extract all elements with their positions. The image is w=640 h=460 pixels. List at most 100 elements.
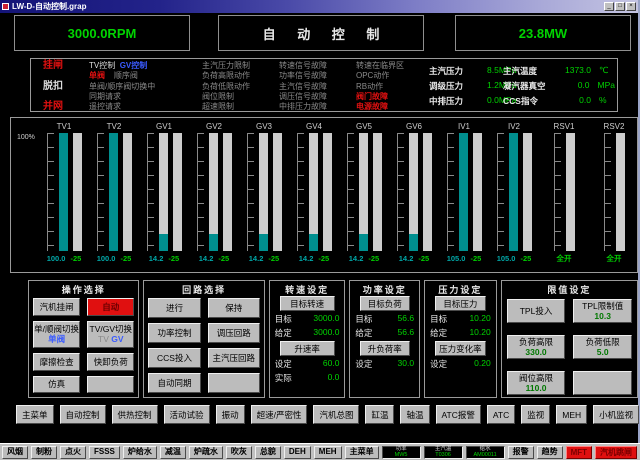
valve-high-limit-button[interactable]: 阀位高限 110.0 xyxy=(507,371,566,395)
minimize-button[interactable]: _ xyxy=(604,2,614,11)
auto-button[interactable]: 自动 xyxy=(87,298,134,316)
trend-button[interactable]: 趋势 xyxy=(537,446,563,459)
turbine-latch-button[interactable]: 汽机挂闸 xyxy=(33,298,80,316)
nav-bfpt-monitor[interactable]: 小机监视 xyxy=(593,405,639,424)
nav-auto-control[interactable]: 自动控制 xyxy=(60,405,106,424)
status-limit: 主汽压力限制 xyxy=(202,61,250,70)
valve-bias: -25 xyxy=(268,254,279,263)
titlebar[interactable]: LW-D-自动控制.grap _ □ × xyxy=(0,0,638,13)
valve-scale xyxy=(604,133,611,251)
main-steam-loop-button[interactable]: 主汽压回路 xyxy=(208,348,260,368)
target-pressure-button[interactable]: 目标压力 xyxy=(435,296,487,311)
valve-value: 14.2 xyxy=(199,254,214,263)
valve-feedback-bar xyxy=(123,133,132,251)
speed-rate-button[interactable]: 升速率 xyxy=(280,341,335,356)
valve-feedback-bar xyxy=(323,133,332,251)
valve-bias: -25 xyxy=(168,254,179,263)
status-fault: 主汽信号故障 xyxy=(279,82,327,91)
nav-turbine-overview[interactable]: 汽机总图 xyxy=(313,405,359,424)
valve-label: RSV1 xyxy=(554,121,575,133)
tpl-limit-button[interactable]: TPL限制值 10.3 xyxy=(573,299,632,323)
valve-demand-bar xyxy=(209,133,218,251)
auto-sync-button[interactable]: 自动同期 xyxy=(148,373,200,393)
row-value: 60.0 xyxy=(323,358,340,370)
mft-alarm[interactable]: MFT xyxy=(566,446,592,459)
nav-main-menu[interactable]: 主菜单 xyxy=(16,405,54,424)
pressure-rate-button[interactable]: 压力变化率 xyxy=(435,341,487,356)
valve-label: TV2 xyxy=(107,121,122,133)
measurement-unit: MPa xyxy=(598,80,615,92)
single-seq-valve-switch-button[interactable]: 单/顺阀切换 单阀 xyxy=(33,321,80,349)
taskbar-item-chuihui[interactable]: 吹灰 xyxy=(226,446,252,459)
hold-button[interactable]: 保持 xyxy=(208,298,260,318)
measurement-label: CCS指令 xyxy=(503,95,561,107)
valve-bias: -25 xyxy=(520,254,531,263)
valve-demand-bar xyxy=(409,133,418,251)
valve-value: 14.2 xyxy=(299,254,314,263)
taskbar-item-fsss[interactable]: FSSS xyxy=(89,446,120,459)
power-control-button[interactable]: 功率控制 xyxy=(148,323,200,343)
taskbar-item-jianwen[interactable]: 减温 xyxy=(160,446,186,459)
limit-setting-panel: 限值设定 TPL投入 TPL限制值 10.3 负荷高限 330.0 负荷低限 5… xyxy=(501,280,638,398)
friction-check-button[interactable]: 摩擦检查 xyxy=(33,353,80,371)
main-steam-temp-indicator[interactable]: 主汽温 T0306 xyxy=(424,446,463,459)
pressure-loop-button[interactable]: 调压回路 xyxy=(208,323,260,343)
nav-heating-control[interactable]: 供热控制 xyxy=(112,405,158,424)
valve-bias: -25 xyxy=(318,254,329,263)
nav-monitor[interactable]: 监视 xyxy=(521,405,550,424)
ccs-engage-button[interactable]: CCS投入 xyxy=(148,348,200,368)
panel-title: 限值设定 xyxy=(547,283,591,296)
nav-overspeed-tightness[interactable]: 超速/严密性 xyxy=(251,405,308,424)
nav-atc[interactable]: ATC xyxy=(487,405,515,424)
taskbar-item-meh[interactable]: MEH xyxy=(314,446,342,459)
taskbar-item-lugeishui[interactable]: 炉给水 xyxy=(123,446,157,459)
load-low-limit-button[interactable]: 负荷低限 5.0 xyxy=(573,335,632,359)
target-speed-button[interactable]: 目标转速 xyxy=(280,296,335,311)
deh-control-window: LW-D-自动控制.grap _ □ × 3000.0RPM 自 动 控 制 2… xyxy=(0,0,640,443)
power-indicator[interactable]: 功率 MW5 xyxy=(382,446,421,459)
nav-cylinder-temp[interactable]: 缸温 xyxy=(365,405,394,424)
taskbar-item-dianhuo[interactable]: 点火 xyxy=(60,446,86,459)
taskbar-item-zongmao[interactable]: 总貌 xyxy=(255,446,281,459)
fast-unload-button[interactable]: 快卸负荷 xyxy=(87,353,134,371)
taskbar-item-fengyan[interactable]: 风烟 xyxy=(2,446,28,459)
status-seq-valve: 顺序阀 xyxy=(114,71,138,80)
alarm-button[interactable]: 报警 xyxy=(508,446,534,459)
blank-button[interactable] xyxy=(573,371,632,395)
nav-meh[interactable]: MEH xyxy=(556,405,587,424)
button-state-tv: TV xyxy=(98,334,109,344)
target-load-button[interactable]: 目标负荷 xyxy=(360,296,410,311)
nav-shaft-temp[interactable]: 轴温 xyxy=(400,405,429,424)
taskbar-item-lushushui[interactable]: 炉疏水 xyxy=(189,446,223,459)
load-high-limit-button[interactable]: 负荷高限 330.0 xyxy=(507,335,566,359)
button-label: 负荷高限 xyxy=(519,337,553,347)
tpl-engage-button[interactable]: TPL投入 xyxy=(507,299,566,323)
taskbar-item-deh[interactable]: DEH xyxy=(284,446,311,459)
blank-button[interactable] xyxy=(87,376,134,394)
tv-gv-switch-button[interactable]: TV/GV切换 TV GV xyxy=(87,321,134,349)
settings-area: 操作选择 汽机挂闸 自动 单/顺阀切换 单阀 TV/GV切换 TV GV 摩擦检… xyxy=(28,280,638,398)
proceed-button[interactable]: 进行 xyxy=(148,298,200,318)
valve-value: 14.2 xyxy=(249,254,264,263)
nav-atc-alarm[interactable]: ATC报警 xyxy=(436,405,481,424)
status-limit: 负荷低限动作 xyxy=(202,82,250,91)
feedwater-indicator[interactable]: 给水 AM00011 xyxy=(466,446,505,459)
status-fault: 转速信号故障 xyxy=(279,61,327,70)
nav-activity-test[interactable]: 活动试验 xyxy=(164,405,210,424)
maximize-button[interactable]: □ xyxy=(615,2,625,11)
button-value: 5.0 xyxy=(597,347,609,357)
pressure-label: 中排压力 xyxy=(429,95,487,107)
taskbar-item-main-menu[interactable]: 主菜单 xyxy=(345,446,379,459)
taskbar-item-zhifen[interactable]: 制粉 xyxy=(31,446,57,459)
simulation-button[interactable]: 仿真 xyxy=(33,376,80,394)
turbine-trip-alarm[interactable]: 汽机跳闸 xyxy=(595,446,637,459)
valve-label: GV4 xyxy=(306,121,322,133)
nav-vibration[interactable]: 振动 xyxy=(216,405,245,424)
load-rate-button[interactable]: 升负荷率 xyxy=(360,341,410,356)
valve-demand-bar xyxy=(59,133,68,251)
valve-label: GV6 xyxy=(406,121,422,133)
valve-value: 14.2 xyxy=(399,254,414,263)
close-button[interactable]: × xyxy=(626,2,636,11)
measurement-value: 0.0 xyxy=(561,95,591,107)
blank-button[interactable] xyxy=(208,373,260,393)
